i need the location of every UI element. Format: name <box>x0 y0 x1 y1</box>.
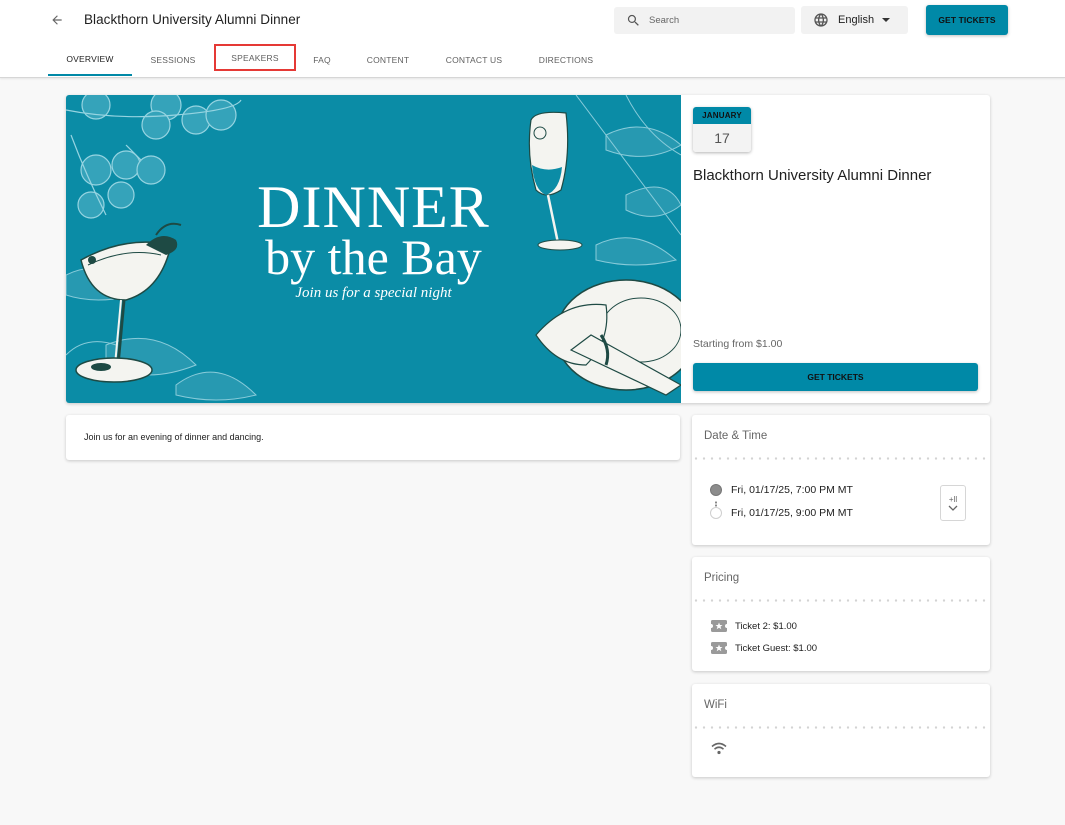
pricing-card: Pricing Ticket 2: $1.00 Ticket Guest: $1… <box>692 557 990 671</box>
tab-speakers[interactable]: SPEAKERS <box>214 44 296 71</box>
header-get-tickets-button[interactable]: GET TICKETS <box>926 5 1008 35</box>
wifi-card: WiFi <box>692 684 990 777</box>
language-selected: English <box>838 14 875 26</box>
event-hero-card: DINNER by the Bay Join us for a special … <box>66 95 990 403</box>
tab-content[interactable]: CONTENT <box>348 44 428 76</box>
ticket-icon <box>711 642 727 654</box>
get-tickets-button[interactable]: GET TICKETS <box>693 363 978 391</box>
divider <box>692 457 990 460</box>
date-time-card: Date & Time Fri, 01/17/25, 7:00 PM MT Fr… <box>692 415 990 545</box>
top-header: Blackthorn University Alumni Dinner Engl… <box>0 0 1065 78</box>
date-time-title: Date & Time <box>704 430 768 442</box>
add-to-calendar-button[interactable]: +ll <box>940 485 966 521</box>
wifi-title: WiFi <box>704 699 727 711</box>
tab-overview[interactable]: OVERVIEW <box>48 44 132 76</box>
divider <box>692 726 990 729</box>
caret-down-icon <box>882 18 891 22</box>
price-item: Ticket Guest: $1.00 <box>711 642 817 654</box>
description-card: Join us for an evening of dinner and dan… <box>66 415 680 460</box>
search-field[interactable] <box>614 7 795 34</box>
back-button[interactable] <box>46 9 68 31</box>
price-label: Ticket 2: $1.00 <box>735 620 797 632</box>
date-day: 17 <box>693 124 751 152</box>
globe-icon <box>814 13 828 27</box>
event-description: Join us for an evening of dinner and dan… <box>84 432 264 442</box>
tab-contact-us[interactable]: CONTACT US <box>428 44 520 76</box>
event-info-panel: JANUARY 17 Blackthorn University Alumni … <box>681 95 990 403</box>
tab-directions[interactable]: DIRECTIONS <box>520 44 612 76</box>
end-dot-icon <box>710 507 722 519</box>
search-input[interactable] <box>649 15 789 26</box>
start-datetime: Fri, 01/17/25, 7:00 PM MT <box>731 484 853 496</box>
price-label: Ticket Guest: $1.00 <box>735 642 818 654</box>
event-banner-image: DINNER by the Bay Join us for a special … <box>66 95 681 403</box>
pricing-title: Pricing <box>704 572 740 584</box>
ticket-icon <box>711 620 727 632</box>
date-badge: JANUARY 17 <box>693 107 751 152</box>
banner-subtitle: Join us for a special night <box>295 285 452 301</box>
wifi-icon <box>711 742 727 755</box>
arrow-left-icon <box>52 15 62 25</box>
language-select[interactable]: English <box>801 6 908 34</box>
start-datetime-row: Fri, 01/17/25, 7:00 PM MT <box>710 484 853 496</box>
starting-price: Starting from $1.00 <box>693 338 783 350</box>
event-title: Blackthorn University Alumni Dinner <box>693 167 932 184</box>
page-title: Blackthorn University Alumni Dinner <box>84 12 301 27</box>
add-to-calendar-icon: +ll <box>948 494 958 504</box>
date-month: JANUARY <box>693 107 751 124</box>
nav-tabs: OVERVIEW SESSIONS SPEAKERS FAQ CONTENT C… <box>48 44 612 78</box>
price-item: Ticket 2: $1.00 <box>711 620 797 632</box>
start-dot-icon <box>710 484 722 496</box>
end-datetime: Fri, 01/17/25, 9:00 PM MT <box>731 507 853 519</box>
end-datetime-row: Fri, 01/17/25, 9:00 PM MT <box>710 507 853 519</box>
tab-faq[interactable]: FAQ <box>296 44 348 76</box>
divider <box>692 599 990 602</box>
search-icon <box>627 14 639 26</box>
chevron-down-icon <box>948 505 958 511</box>
banner-headline-2: by the Bay <box>265 229 482 285</box>
tab-sessions[interactable]: SESSIONS <box>132 44 214 76</box>
